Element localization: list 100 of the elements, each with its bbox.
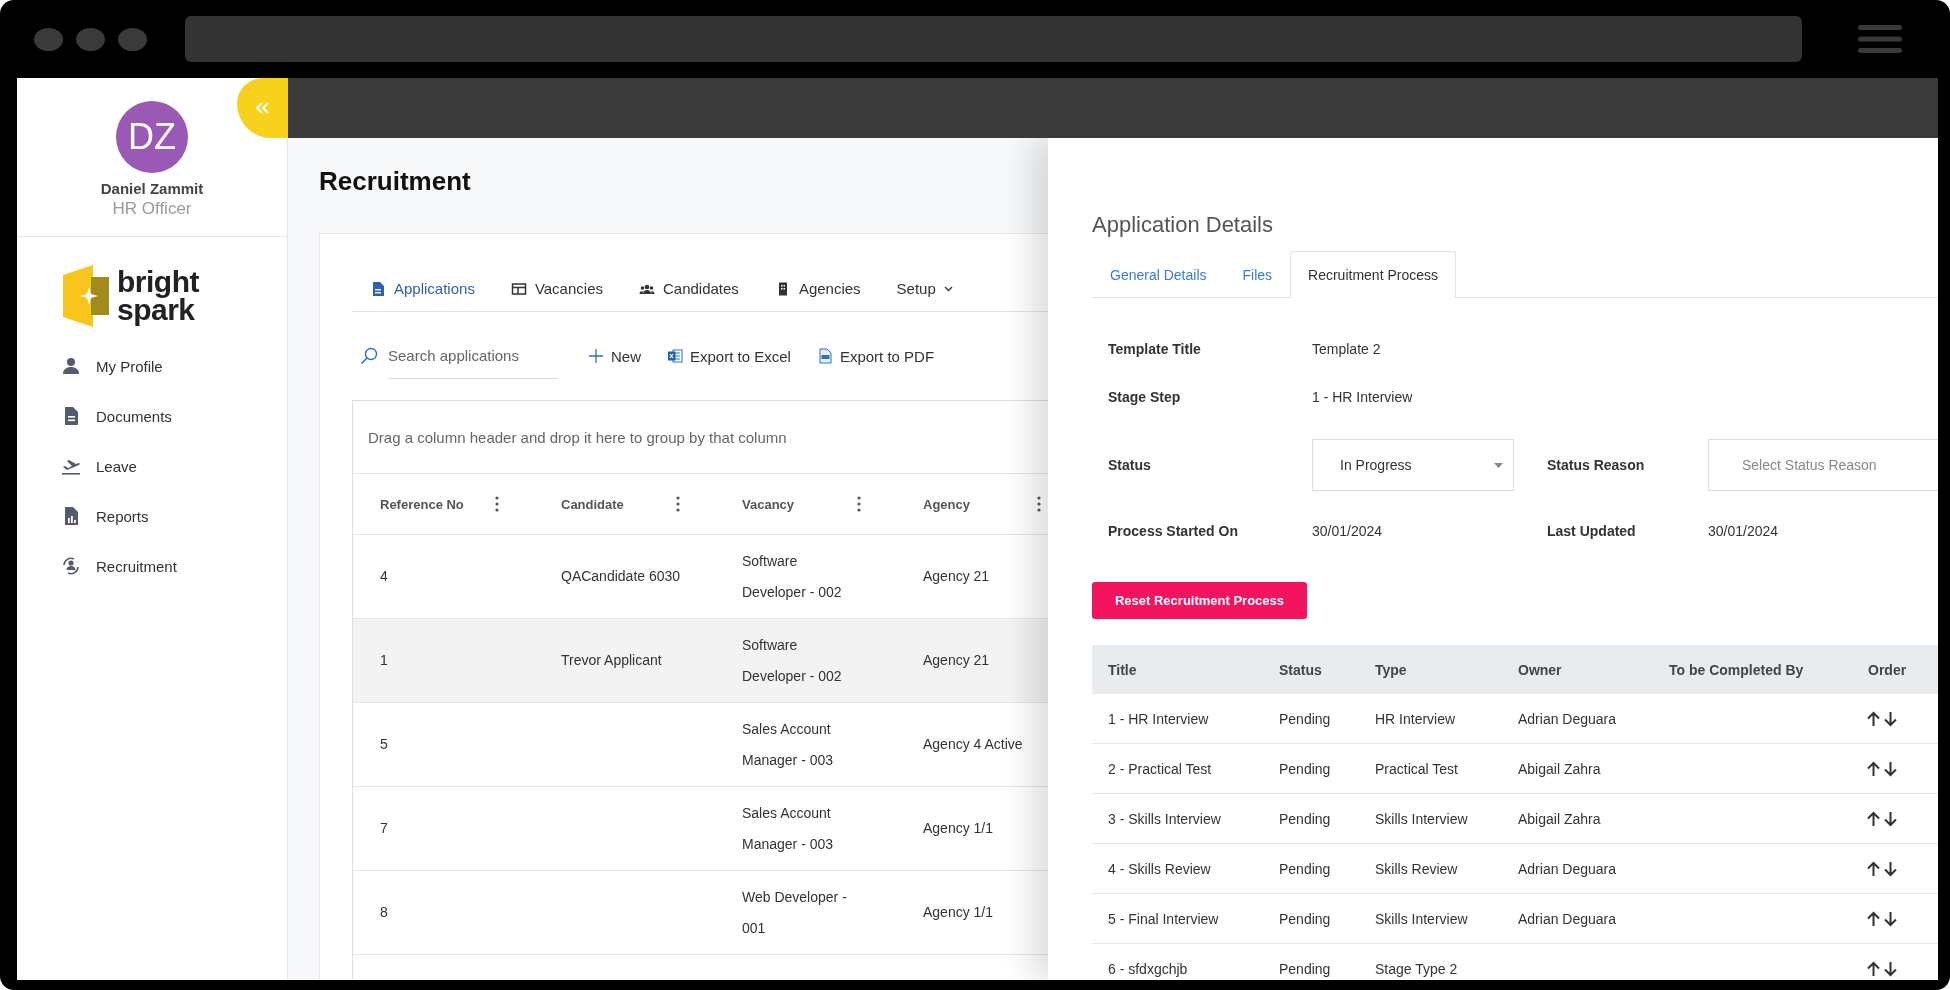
move-down-icon[interactable] bbox=[1883, 810, 1898, 827]
field-label: Stage Step bbox=[1108, 389, 1181, 405]
column-header: Title bbox=[1108, 661, 1137, 678]
move-up-icon[interactable] bbox=[1866, 960, 1881, 977]
field-label: Template Title bbox=[1108, 341, 1201, 357]
table-cell-text: Sales Account Manager - 003 bbox=[742, 719, 835, 770]
move-up-icon[interactable] bbox=[1866, 860, 1881, 877]
nav-item[interactable]: Documents bbox=[17, 391, 287, 441]
column-header: Status bbox=[1279, 661, 1322, 678]
column-header: Type bbox=[1375, 661, 1407, 678]
table-cell: Skills Interview bbox=[1375, 910, 1468, 927]
table-cell: Adrian Deguara bbox=[1518, 860, 1617, 877]
tab[interactable]: Files bbox=[1224, 251, 1291, 298]
table-cell-text: Agency 1/1 bbox=[923, 819, 994, 838]
nav-item[interactable]: Recruitment bbox=[17, 541, 287, 591]
tab[interactable]: Setup bbox=[878, 280, 971, 297]
column-header: Order bbox=[1868, 661, 1907, 678]
person-icon bbox=[61, 356, 81, 376]
table-cell: 4 - Skills Review bbox=[1108, 860, 1211, 877]
column-header[interactable]: Candidate bbox=[561, 496, 624, 512]
table-cell-text: QACandidate 6030 bbox=[561, 567, 681, 586]
field-value: 30/01/2024 bbox=[1708, 523, 1779, 539]
table-cell: Stage Type 2 bbox=[1375, 960, 1458, 977]
table-cell: 6 - sfdxgchjb bbox=[1108, 960, 1188, 977]
column-header[interactable]: Vacancy bbox=[742, 496, 795, 512]
table-cell-text: Software Developer - 002 bbox=[742, 551, 843, 602]
group-hint: Drag a column header and drop it here to group by that column bbox=[368, 428, 787, 446]
toolbar-button[interactable]: New bbox=[588, 347, 641, 365]
column-header[interactable]: Reference No bbox=[380, 496, 464, 512]
user-name: Daniel Zammit bbox=[100, 180, 204, 197]
double-chevron-icon bbox=[255, 102, 270, 114]
reset-button[interactable]: Reset Recruitment Process bbox=[1092, 582, 1307, 619]
table-cell: Pending bbox=[1279, 860, 1331, 877]
table-cell: Pending bbox=[1279, 910, 1331, 927]
pdf-file-icon bbox=[816, 348, 833, 364]
table-cell-text: Web Developer - 001 bbox=[742, 887, 848, 938]
table-cell-text: Agency 21 bbox=[923, 651, 990, 670]
select-field[interactable]: In Progress bbox=[1312, 439, 1514, 491]
nav-item[interactable]: My Profile bbox=[17, 341, 287, 391]
move-up-icon[interactable] bbox=[1866, 910, 1881, 927]
table-cell: Pending bbox=[1279, 760, 1331, 777]
tab[interactable]: Applications bbox=[352, 280, 493, 297]
move-up-icon[interactable] bbox=[1866, 710, 1881, 727]
move-down-icon[interactable] bbox=[1883, 960, 1898, 977]
move-down-icon[interactable] bbox=[1883, 710, 1898, 727]
spreadsheet-icon bbox=[667, 348, 683, 364]
field-value: 1 - HR Interview bbox=[1312, 389, 1413, 405]
table-cell: Abigail Zahra bbox=[1518, 810, 1601, 827]
table-cell-text: 7 bbox=[380, 819, 388, 838]
tab[interactable]: Recruitment Process bbox=[1290, 251, 1456, 298]
plus-icon bbox=[588, 348, 604, 364]
table-cell-text: Sales Account Manager - 003 bbox=[742, 803, 835, 854]
document-icon bbox=[370, 280, 386, 297]
table-cell: Practical Test bbox=[1375, 760, 1458, 777]
search-icon bbox=[360, 347, 378, 365]
column-header: Owner bbox=[1518, 661, 1562, 678]
kebab-menu-icon[interactable] bbox=[857, 496, 861, 512]
move-up-icon[interactable] bbox=[1866, 810, 1881, 827]
move-down-icon[interactable] bbox=[1883, 910, 1898, 927]
toolbar-button[interactable]: Export to PDF bbox=[816, 347, 935, 365]
table-cell: Pending bbox=[1279, 960, 1331, 977]
table-cell-text: Agency 21 bbox=[923, 567, 990, 586]
field-label: Status Reason bbox=[1547, 457, 1645, 473]
field-label: Status bbox=[1108, 457, 1151, 473]
tab[interactable]: Vacancies bbox=[492, 280, 621, 297]
move-up-icon[interactable] bbox=[1866, 760, 1881, 777]
move-down-icon[interactable] bbox=[1883, 760, 1898, 777]
table-cell: Skills Interview bbox=[1375, 810, 1468, 827]
table-cell: Pending bbox=[1279, 810, 1331, 827]
table-cell-text: Software Developer - 002 bbox=[742, 635, 843, 686]
toolbar-button[interactable]: Export to Excel bbox=[667, 347, 791, 365]
table-cell-text: Agency 4 Active bbox=[923, 735, 1023, 754]
tab[interactable]: Agencies bbox=[756, 280, 879, 297]
table-cell: 2 - Practical Test bbox=[1108, 760, 1212, 777]
nav-item[interactable]: Reports bbox=[17, 491, 287, 541]
panel-title: Application Details bbox=[1092, 211, 1274, 239]
kebab-menu-icon[interactable] bbox=[1037, 496, 1041, 512]
table-cell-text: 4 bbox=[380, 567, 388, 586]
kebab-menu-icon[interactable] bbox=[676, 496, 680, 512]
column-header[interactable]: Agency bbox=[923, 496, 970, 512]
table-cell: Adrian Deguara bbox=[1518, 710, 1617, 727]
tab[interactable]: General Details bbox=[1092, 251, 1225, 298]
select-field[interactable]: Select Status Reason bbox=[1708, 439, 1938, 491]
nav-item[interactable]: Leave bbox=[17, 441, 287, 491]
move-down-icon[interactable] bbox=[1883, 860, 1898, 877]
user-avatar: DZ bbox=[116, 101, 188, 173]
column-header: To be Completed By bbox=[1669, 661, 1804, 678]
table-cell-text: Agency 1/1 bbox=[923, 903, 994, 922]
kebab-menu-icon[interactable] bbox=[495, 496, 499, 512]
field-value: 30/01/2024 bbox=[1312, 523, 1383, 539]
search-field[interactable]: Search applications bbox=[388, 333, 558, 379]
tab[interactable]: Candidates bbox=[621, 280, 757, 297]
table-row[interactable]: 1 Trevor Applicant Software Developer - 002 Agency 21 bbox=[353, 619, 1049, 703]
table-icon bbox=[510, 280, 527, 297]
table-cell: HR Interview bbox=[1375, 710, 1456, 727]
table-cell: Adrian Deguara bbox=[1518, 910, 1617, 927]
brand-name: bright spark bbox=[117, 267, 199, 325]
table-cell: Pending bbox=[1279, 710, 1331, 727]
table-cell: Abigail Zahra bbox=[1518, 760, 1601, 777]
page-title: Recruitment bbox=[319, 165, 472, 198]
